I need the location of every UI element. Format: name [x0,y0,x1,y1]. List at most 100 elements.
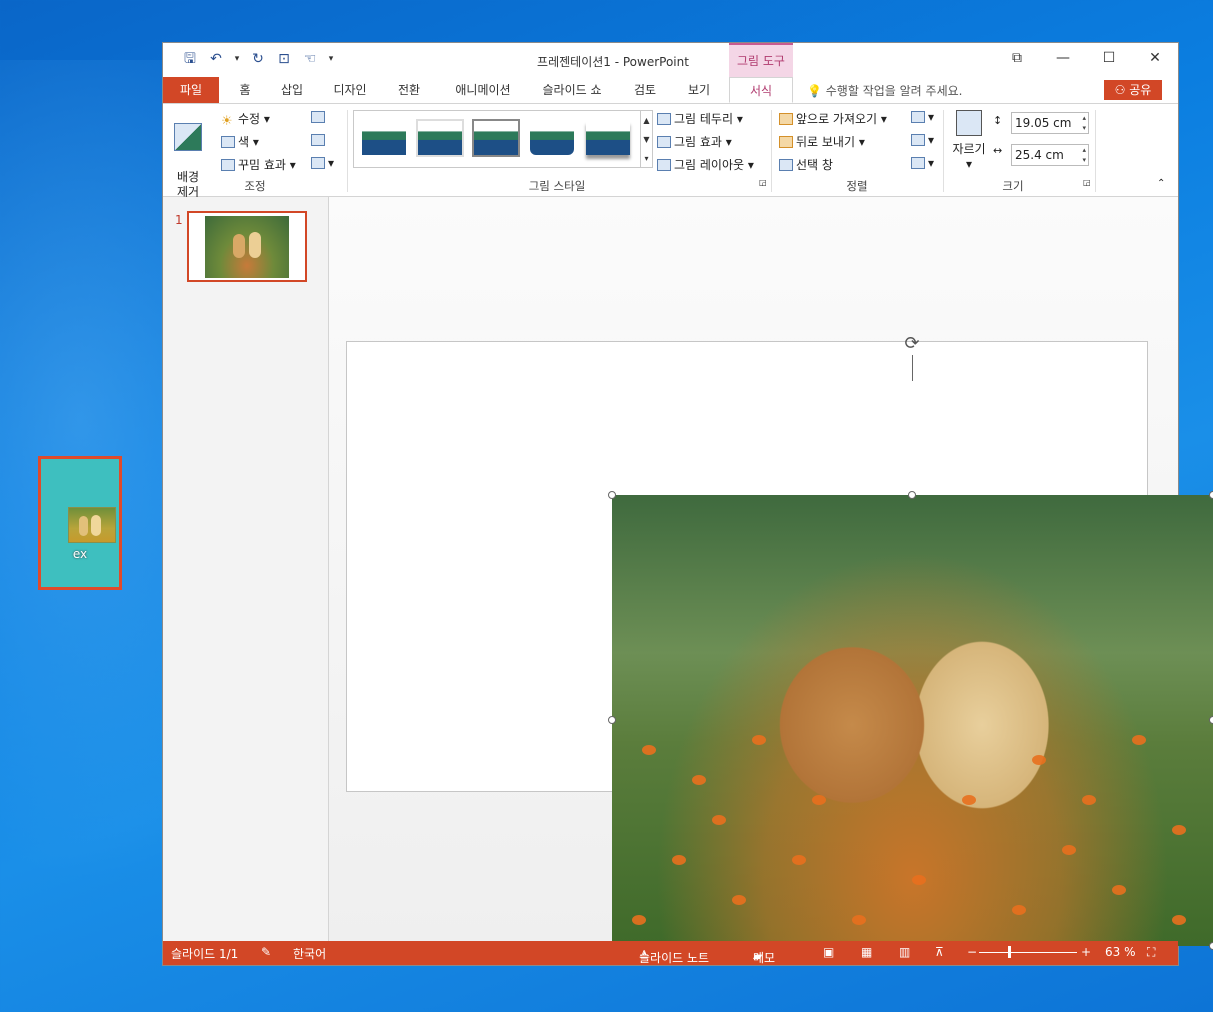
zoom-out-button[interactable]: − [967,945,977,959]
tab-transitions[interactable]: 전환 [387,77,431,103]
flower [692,775,706,785]
width-icon: ↔ [993,144,1003,157]
flower [1032,755,1046,765]
minimize-button[interactable]: — [1040,43,1086,73]
flower [852,915,866,925]
tab-animations[interactable]: 애니메이션 [443,77,523,103]
bring-forward-label: 앞으로 가져오기 ▾ [796,112,887,126]
flower [812,795,826,805]
selection-pane-label: 선택 창 [796,158,833,172]
change-picture-button[interactable] [311,133,328,147]
tab-format[interactable]: 서식 [729,77,793,103]
slide-sorter-icon[interactable]: ▦ [861,945,872,959]
undo-dropdown-icon[interactable]: ▾ [231,49,243,69]
send-backward-button[interactable]: 뒤로 보내기 ▾ [779,133,865,150]
corrections-button[interactable]: ☀ 수정 ▾ [221,110,270,130]
gallery-scroll[interactable]: ▲ ▼ ▾ [641,110,653,168]
customize-qat-icon[interactable]: ▾ [325,49,337,69]
reading-view-icon[interactable]: ▥ [899,945,910,959]
align-icon [911,111,925,123]
bring-forward-button[interactable]: 앞으로 가져오기 ▾ [779,110,887,127]
flower [1132,735,1146,745]
slide-counter: 슬라이드 1/1 [171,947,239,961]
height-field[interactable]: 19.05 cm [1011,112,1089,134]
picture-effects-button[interactable]: 그림 효과 ▾ [657,133,732,150]
zoom-level[interactable]: 63 % [1105,945,1136,959]
selection-pane-button[interactable]: 선택 창 [779,156,833,173]
puppies-picture[interactable] [612,495,1213,946]
flower [792,855,806,865]
flower [1062,845,1076,855]
pen-icon [657,113,671,125]
tab-view[interactable]: 보기 [675,77,723,103]
tab-file[interactable]: 파일 [163,77,219,103]
save-icon[interactable]: 🖫 [179,49,201,69]
lightbulb-icon: 💡 [807,84,826,98]
resize-handle[interactable] [608,716,616,724]
tab-home[interactable]: 홈 [227,77,263,103]
comments-label: 메모 [753,951,776,965]
language-status[interactable]: 한국어 [293,945,326,962]
flower [712,815,726,825]
zoom-slider-thumb[interactable] [1008,946,1011,958]
style-thumb-selected[interactable] [472,119,520,157]
spellcheck-icon[interactable]: ✎ [261,945,271,959]
size-dialog-launcher-icon[interactable]: ◲ [1083,178,1091,187]
fit-to-window-icon[interactable]: ⛶ [1147,945,1155,960]
arrange-group-label: 정렬 [846,179,868,193]
style-thumb[interactable] [418,121,462,155]
status-bar: 슬라이드 1/1 ✎ 한국어 ≙ 슬라이드 노트 ▰ 메모 ▣ ▦ ▥ ⊼ − … [163,941,1178,965]
desktop-file-icon[interactable]: ex [38,456,122,590]
title-bar: 🖫 ↶ ▾ ↻ ⊡ ☜ ▾ 프레젠테이션1 - PowerPoint 그림 도구… [163,43,1178,77]
rotate-button[interactable]: ▾ [911,156,934,170]
ribbon-display-icon[interactable]: ⧉ [994,43,1040,73]
slide-thumbnail[interactable] [187,211,307,282]
compress-icon [311,111,325,123]
width-field[interactable]: 25.4 cm [1011,144,1089,166]
tab-slideshow[interactable]: 슬라이드 쇼 [533,77,611,103]
group-button[interactable]: ▾ [911,133,934,147]
picture-layout-label: 그림 레이아웃 ▾ [674,158,754,172]
resize-handle[interactable] [908,491,916,499]
slideshow-view-icon[interactable]: ⊼ [935,945,944,959]
color-button[interactable]: 색 ▾ [221,133,259,150]
compress-pictures-button[interactable] [311,110,328,124]
maximize-button[interactable]: ☐ [1086,43,1132,73]
align-button[interactable]: ▾ [911,110,934,124]
resize-handle[interactable] [1209,716,1213,724]
normal-view-icon[interactable]: ▣ [823,945,834,959]
style-thumb[interactable] [586,121,630,155]
flower [1082,795,1096,805]
redo-icon[interactable]: ↻ [247,49,269,69]
color-label: 색 ▾ [238,135,259,149]
resize-handle[interactable] [1209,942,1213,950]
rotate-handle-icon[interactable]: ⟳ [903,335,921,353]
collapse-ribbon-icon[interactable]: ⌃ [1157,178,1165,189]
rotate-handle-line [912,355,913,381]
picture-border-button[interactable]: 그림 테두리 ▾ [657,110,743,127]
style-thumb[interactable] [530,121,574,155]
tell-me-box[interactable]: 💡 수행할 작업을 알려 주세요. [807,82,962,99]
resize-handle[interactable] [1209,491,1213,499]
tab-design[interactable]: 디자인 [325,77,375,103]
dialog-launcher-icon[interactable]: ◲ [759,178,767,187]
close-button[interactable]: ✕ [1132,43,1178,73]
reset-picture-button[interactable]: ▾ [311,156,334,170]
flower [642,745,656,755]
style-thumb[interactable] [362,121,406,155]
flower [672,855,686,865]
resize-handle[interactable] [608,491,616,499]
zoom-in-button[interactable]: + [1081,945,1091,959]
zoom-slider[interactable] [979,952,1077,953]
quick-access-toolbar: 🖫 ↶ ▾ ↻ ⊡ ☜ ▾ [179,49,337,69]
undo-icon[interactable]: ↶ [205,49,227,69]
artistic-effects-button[interactable]: 꾸밈 효과 ▾ [221,156,296,173]
touch-mode-icon[interactable]: ☜ [299,49,321,69]
presenter-icon[interactable]: ⊡ [273,49,295,69]
share-button[interactable]: ⚇ 공유 [1104,80,1162,100]
tab-insert[interactable]: 삽입 [271,77,313,103]
tab-review[interactable]: 검토 [623,77,667,103]
crop-button[interactable]: 자르기 ▾ [951,110,987,171]
picture-layout-button[interactable]: 그림 레이아웃 ▾ [657,156,754,173]
layout-icon [657,159,671,171]
